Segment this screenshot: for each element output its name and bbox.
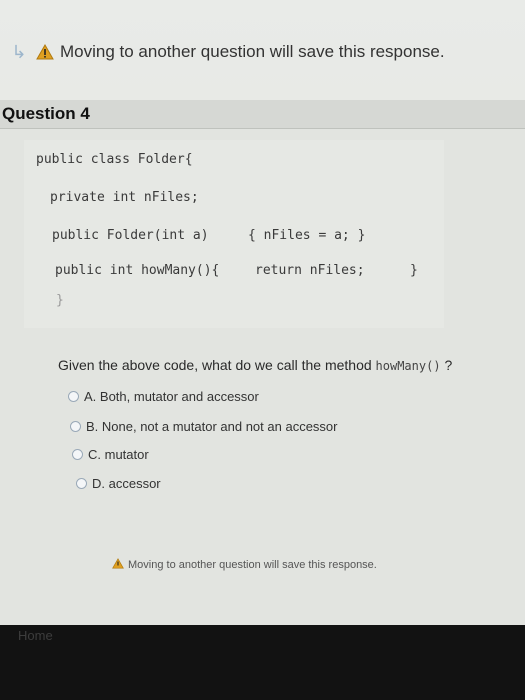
- save-notice-text: Moving to another question will save thi…: [60, 42, 445, 61]
- option-label: C. mutator: [88, 447, 149, 462]
- option-label: A. Both, mutator and accessor: [84, 389, 259, 404]
- option-d[interactable]: D. accessor: [76, 476, 161, 491]
- code-line-1: public class Folder{: [36, 152, 193, 167]
- code-line-4c: }: [410, 263, 418, 278]
- question-prompt: Given the above code, what do we call th…: [58, 357, 452, 373]
- radio-button[interactable]: [70, 421, 81, 432]
- code-line-3a: public Folder(int a): [52, 228, 209, 243]
- save-notice-text: Moving to another question will save thi…: [128, 559, 377, 571]
- option-label: D. accessor: [92, 476, 161, 491]
- warning-triangle-icon: [36, 44, 54, 60]
- question-title: Question 4: [2, 104, 90, 123]
- prompt-text: Given the above code, what do we call th…: [58, 357, 376, 373]
- prompt-end: ?: [440, 357, 453, 373]
- return-arrow-icon: ↳: [11, 41, 27, 62]
- warning-triangle-icon: [112, 558, 124, 572]
- bottom-warning-banner: Moving to another question will save thi…: [112, 558, 377, 572]
- option-a[interactable]: A. Both, mutator and accessor: [68, 389, 259, 404]
- option-c[interactable]: C. mutator: [72, 447, 149, 462]
- footer-partial-text: Home: [18, 628, 53, 643]
- code-line-5: }: [56, 293, 64, 308]
- code-line-2: private int nFiles;: [50, 190, 199, 205]
- code-line-4b: return nFiles;: [255, 263, 365, 278]
- bottom-dark-bar: [0, 625, 525, 700]
- prompt-code: howMany(): [375, 359, 441, 373]
- option-b[interactable]: B. None, not a mutator and not an access…: [70, 419, 337, 434]
- code-line-3b: { nFiles = a; }: [248, 228, 366, 243]
- radio-button[interactable]: [72, 449, 83, 460]
- question-header: Question 4: [0, 100, 525, 129]
- code-line-4a: public int howMany(){: [55, 263, 220, 278]
- option-label: B. None, not a mutator and not an access…: [86, 419, 338, 434]
- radio-button[interactable]: [76, 478, 87, 489]
- radio-button[interactable]: [68, 391, 79, 402]
- top-warning-banner: ↳ Moving to another question will save t…: [8, 40, 518, 64]
